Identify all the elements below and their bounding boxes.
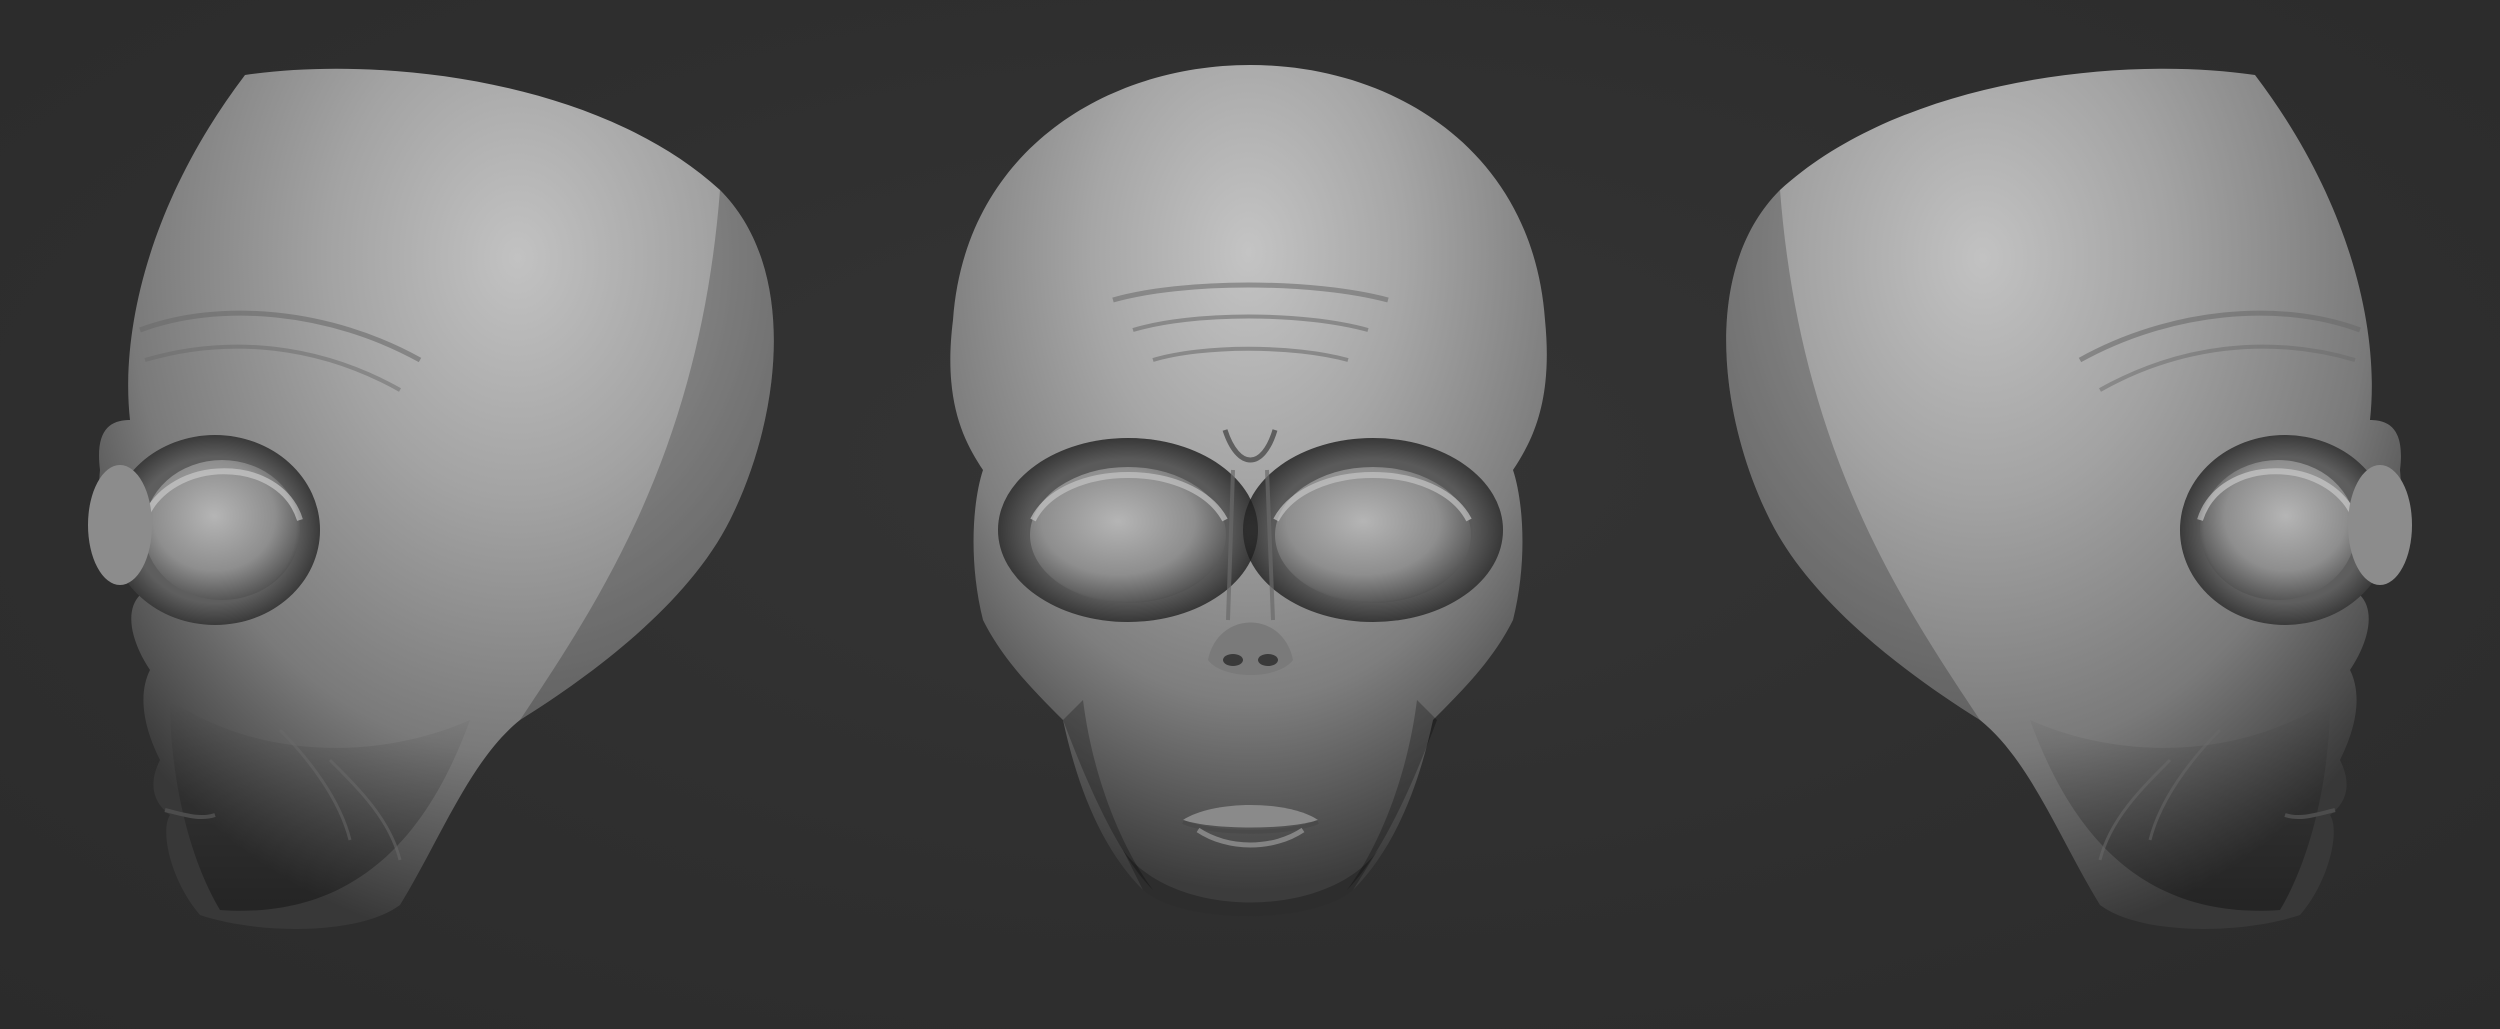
nostril-right [1258,654,1278,666]
alien-head-left-profile [88,68,774,929]
eye-socket-right-shade [1243,438,1503,622]
nostril-left [1223,654,1243,666]
eye-front-bulge [88,465,152,585]
view-right-profile [1667,0,2500,1029]
alien-head-right-profile [1726,68,2412,929]
viewport-canvas [0,0,2500,1029]
eye-front-bulge [2348,465,2412,585]
view-front [833,0,1667,1029]
alien-head-front [950,65,1547,917]
eye-socket-left-shade [998,438,1258,622]
view-left-profile [0,0,833,1029]
